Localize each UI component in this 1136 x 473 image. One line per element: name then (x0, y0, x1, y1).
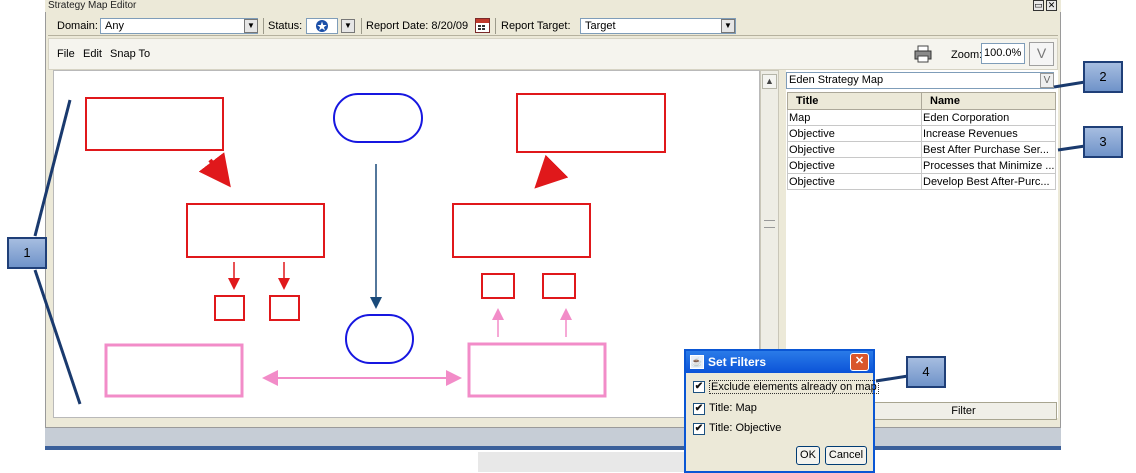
callout-3: 3 (1083, 126, 1123, 158)
callout-2: 2 (1083, 61, 1123, 93)
callout-4: 4 (906, 356, 946, 388)
callout-lines (33, 80, 1086, 405)
callout-1: 1 (7, 237, 47, 269)
